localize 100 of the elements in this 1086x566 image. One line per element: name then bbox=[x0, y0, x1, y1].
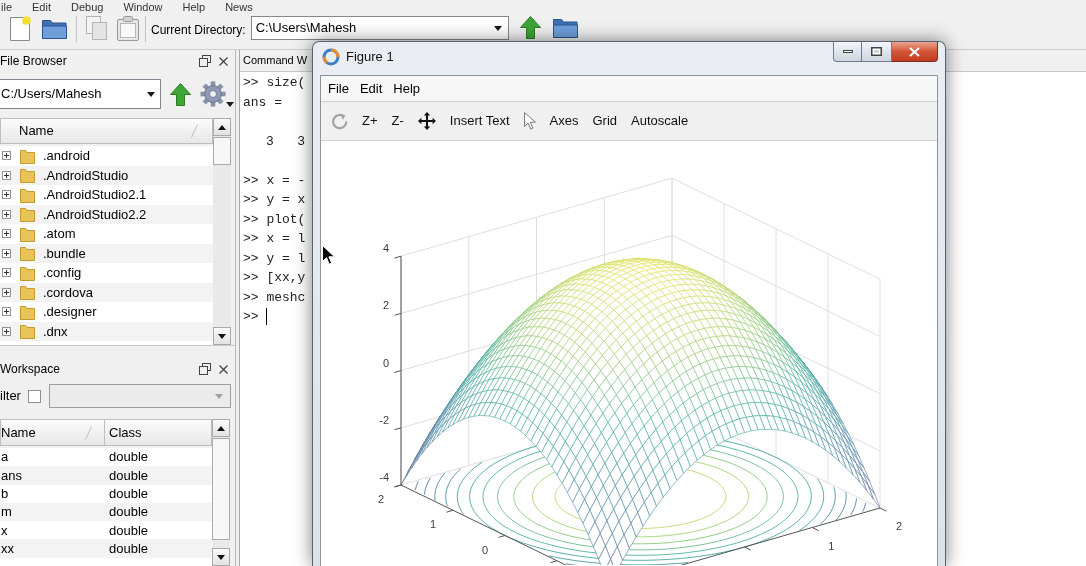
axis-tick-label: 2 bbox=[895, 520, 903, 532]
cursor-arrow-icon[interactable] bbox=[523, 112, 536, 130]
column-header[interactable]: Class bbox=[105, 419, 212, 446]
maximize-button[interactable] bbox=[862, 42, 892, 62]
file-name: .cordova bbox=[43, 283, 93, 302]
file-row[interactable]: .dnx bbox=[0, 321, 213, 341]
scroll-up-button[interactable] bbox=[212, 419, 230, 437]
move-icon[interactable] bbox=[417, 112, 436, 130]
scrollbar-thumb[interactable] bbox=[212, 438, 230, 540]
caret-up-icon[interactable] bbox=[217, 425, 225, 431]
panel-title: File Browser bbox=[0, 53, 67, 70]
expand-icon[interactable] bbox=[2, 287, 11, 297]
up-arrow-icon[interactable] bbox=[170, 82, 191, 106]
expand-icon[interactable] bbox=[2, 268, 11, 278]
console-line: >> meshc bbox=[243, 288, 306, 307]
folder-icon bbox=[20, 245, 35, 262]
toolbar-button[interactable]: Z- bbox=[391, 111, 404, 131]
toolbar-button[interactable]: Insert Text bbox=[449, 111, 510, 131]
expand-icon[interactable] bbox=[2, 209, 11, 219]
file-row[interactable]: .AndroidStudio2.2 bbox=[0, 204, 213, 224]
console-line: >> y = l bbox=[243, 249, 306, 268]
expand-icon[interactable] bbox=[2, 248, 11, 258]
column-header[interactable]: Name bbox=[0, 419, 105, 446]
toolbar-button[interactable]: Z+ bbox=[362, 111, 378, 131]
caret-down-icon[interactable] bbox=[147, 91, 155, 97]
column-header[interactable]: Name bbox=[0, 118, 213, 144]
caret-down-icon[interactable] bbox=[226, 102, 234, 107]
folder-icon bbox=[20, 147, 35, 164]
new-file-icon[interactable] bbox=[10, 16, 32, 41]
caret-down-icon[interactable] bbox=[217, 554, 225, 560]
menu-item[interactable]: Edit bbox=[359, 78, 383, 99]
file-row[interactable]: .AndroidStudio bbox=[0, 165, 213, 185]
undock-icon[interactable] bbox=[199, 55, 211, 67]
maximize-icon[interactable] bbox=[871, 47, 882, 56]
folder-icon bbox=[20, 186, 35, 203]
file-row[interactable]: .bundle bbox=[0, 243, 213, 263]
folder-icon[interactable] bbox=[42, 18, 67, 39]
table-row[interactable]: ans double bbox=[0, 466, 212, 485]
menu-item[interactable]: Edit bbox=[32, 0, 51, 13]
caret-up-icon[interactable] bbox=[218, 124, 226, 130]
file-name: .designer bbox=[43, 303, 97, 321]
caret-down-icon[interactable] bbox=[218, 333, 226, 339]
menu-item[interactable]: Window bbox=[123, 0, 163, 13]
expand-icon[interactable] bbox=[2, 190, 11, 200]
file-name: .android bbox=[43, 147, 90, 165]
close-button[interactable] bbox=[892, 42, 938, 62]
clipboard-icon[interactable] bbox=[117, 16, 139, 41]
toolbar-button[interactable]: Autoscale bbox=[631, 111, 689, 131]
table-cell-text: double bbox=[109, 539, 149, 558]
table-cell: m bbox=[0, 504, 12, 520]
menu-item[interactable]: Help bbox=[182, 0, 206, 13]
file-row[interactable]: .cordova bbox=[0, 282, 213, 302]
console-line: >> [xx,y bbox=[243, 269, 306, 287]
minimize-button[interactable] bbox=[833, 42, 862, 62]
table-cell: b bbox=[0, 486, 9, 501]
table-cell-text: double bbox=[109, 485, 149, 503]
menu-item[interactable]: ile bbox=[1, 0, 12, 13]
toolbar-button[interactable]: Axes bbox=[549, 111, 579, 131]
console-line: >> size( bbox=[243, 74, 306, 92]
expand-icon[interactable] bbox=[2, 307, 11, 317]
file-name: .AndroidStudio bbox=[43, 166, 129, 185]
caret-down-icon[interactable] bbox=[493, 25, 502, 31]
axis-tick-label: 2 bbox=[382, 299, 389, 312]
folder-icon bbox=[20, 323, 35, 340]
menu-item[interactable]: Debug bbox=[71, 0, 104, 13]
close-icon[interactable] bbox=[219, 56, 228, 66]
undock-icon[interactable] bbox=[199, 363, 211, 375]
text-cursor bbox=[265, 308, 267, 326]
path-field[interactable]: C:/Users/Mahesh bbox=[0, 79, 161, 109]
expand-icon[interactable] bbox=[2, 326, 11, 336]
scrollbar-thumb[interactable] bbox=[213, 137, 231, 165]
directory-field[interactable]: C:\Users\Mahesh bbox=[250, 16, 509, 40]
menu-item[interactable]: File bbox=[328, 78, 349, 99]
scroll-up-button[interactable] bbox=[213, 118, 231, 136]
folder-icon[interactable] bbox=[552, 17, 578, 38]
scroll-down-button[interactable] bbox=[212, 548, 230, 566]
axis-tick-label: -4 bbox=[379, 471, 389, 483]
menu-item[interactable]: Help bbox=[393, 78, 421, 99]
filter-checkbox[interactable] bbox=[27, 389, 41, 403]
filter-field[interactable] bbox=[48, 384, 231, 408]
axis-tick-label: 1 bbox=[429, 518, 437, 531]
scroll-down-button[interactable] bbox=[213, 327, 231, 345]
folder-icon bbox=[20, 167, 35, 184]
table-row[interactable]: xx double bbox=[0, 539, 212, 558]
ring-logo-icon bbox=[322, 48, 340, 66]
close-icon[interactable] bbox=[219, 364, 228, 374]
expand-icon[interactable] bbox=[2, 170, 11, 180]
menu-item[interactable]: News bbox=[225, 0, 253, 13]
toolbar-button[interactable]: Grid bbox=[592, 111, 618, 131]
axis-tick-label: 2 bbox=[377, 493, 385, 505]
file-name: .config bbox=[43, 264, 82, 282]
filter-label: ilter bbox=[0, 387, 21, 406]
file-name: .bundle bbox=[43, 244, 86, 263]
axis-tick-label: -2 bbox=[379, 413, 389, 426]
minimize-icon[interactable] bbox=[842, 50, 853, 53]
console-prompt: >> bbox=[243, 308, 259, 326]
expand-icon[interactable] bbox=[2, 229, 11, 239]
expand-icon[interactable] bbox=[2, 151, 11, 161]
up-arrow-icon[interactable] bbox=[519, 16, 541, 39]
table-cell-text: double bbox=[109, 521, 149, 540]
